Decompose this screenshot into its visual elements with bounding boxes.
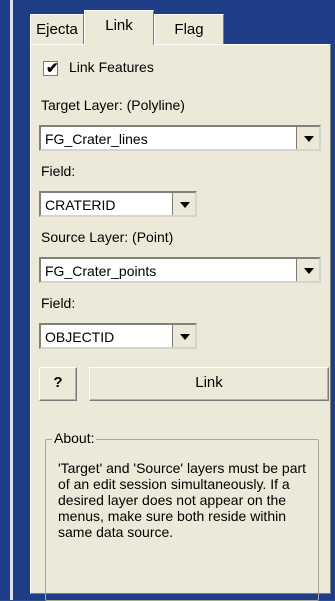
tab-ejecta[interactable]: Ejecta [30,14,84,45]
dropdown-arrow-icon[interactable] [296,127,319,149]
source-layer-label: Source Layer: (Point) [41,229,174,245]
dropdown-arrow-icon[interactable] [296,259,319,281]
help-button[interactable]: ? [39,367,77,401]
dropdown-arrow-icon[interactable] [172,193,195,215]
link-button[interactable]: Link [89,367,329,401]
target-layer-dropdown[interactable]: FG_Crater_lines [39,125,321,151]
link-features-label: Link Features [69,59,154,75]
target-field-label: Field: [41,163,76,179]
target-field-value: CRATERID [45,197,116,213]
link-features-checkbox[interactable]: ✔ [43,60,59,77]
link-tab-panel: ✔ Link Features Target Layer: (Polyline)… [30,44,331,601]
source-layer-dropdown[interactable]: FG_Crater_points [39,257,321,283]
source-layer-value: FG_Crater_points [45,263,157,279]
dropdown-arrow-icon[interactable] [172,325,195,347]
checkmark-icon: ✔ [46,60,59,77]
target-field-dropdown[interactable]: CRATERID [39,191,197,217]
tab-flag[interactable]: Flag [154,14,224,45]
target-layer-value: FG_Crater_lines [45,131,148,147]
tab-link[interactable]: Link [84,10,154,45]
about-text: 'Target' and 'Source' layers must be par… [58,460,307,540]
source-field-label: Field: [41,295,76,311]
about-group: About: 'Target' and 'Source' layers must… [45,430,319,601]
target-layer-label: Target Layer: (Polyline) [41,97,185,113]
tab-bar: Ejecta Link Flag [30,10,330,45]
source-field-dropdown[interactable]: OBJECTID [39,323,197,349]
source-field-value: OBJECTID [45,329,115,345]
about-title: About: [52,430,97,446]
